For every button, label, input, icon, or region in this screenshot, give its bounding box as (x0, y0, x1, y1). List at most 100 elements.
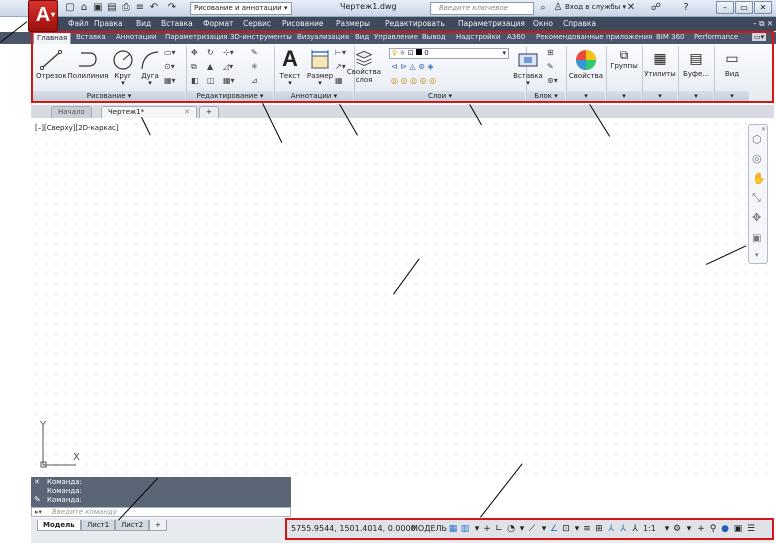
units-icon[interactable]: ⚲ (707, 523, 719, 535)
menu-dimension[interactable]: Размеры (336, 19, 370, 28)
array-icon[interactable]: ▦▾ (223, 76, 235, 85)
tab-a360[interactable]: A360 (507, 33, 525, 41)
utilities-panel-title[interactable]: ▾ (643, 91, 677, 102)
viewcube-icon[interactable]: ⬡ (752, 133, 762, 146)
edit-block-icon[interactable]: ✎ (547, 62, 554, 71)
menu-file[interactable]: Файл (68, 19, 89, 28)
menu-format[interactable]: Формат (203, 19, 233, 28)
tab-insert[interactable]: Вставка (76, 33, 106, 41)
drawing-canvas[interactable] (31, 119, 774, 475)
dimension-tool[interactable]: Размер ▾ (305, 48, 335, 87)
workspace-dropdown[interactable]: Рисование и аннотации ▾ (190, 2, 292, 15)
create-block-icon[interactable]: ⊞ (547, 48, 554, 57)
trim-icon[interactable]: ⊹▾ (223, 48, 234, 57)
gradient-icon[interactable]: ▦▾ (164, 76, 176, 85)
search-input[interactable]: Введите ключевое слово/фразу (430, 2, 534, 23)
wrench-icon[interactable]: ✎ (34, 495, 41, 504)
properties-panel-title[interactable]: ▾ (567, 91, 605, 102)
save-icon[interactable]: ▣ (92, 2, 104, 14)
tab-addins[interactable]: Надстройки (456, 33, 500, 41)
tab-annotate[interactable]: Аннотации (116, 33, 156, 41)
tab-output[interactable]: Вывод (422, 33, 446, 41)
user-icon[interactable]: ♙ (552, 2, 564, 14)
undo-icon[interactable]: ↶ (148, 2, 160, 14)
close-tab-icon[interactable]: ✕ (184, 107, 190, 118)
tab-model[interactable]: Модель (37, 520, 81, 531)
tab-start[interactable]: Начало (51, 106, 92, 118)
steering-wheel-icon[interactable]: ◎ (752, 152, 762, 165)
text-dropdown-icon[interactable]: ▾ (277, 80, 303, 87)
fillet-icon[interactable]: ◿▾ (223, 62, 233, 71)
copy-icon[interactable]: ⧉ (191, 62, 197, 72)
groups-panel-title[interactable]: ▾ (607, 91, 641, 102)
menu-window[interactable]: Окно (533, 19, 553, 28)
customization-icon[interactable]: ☰ (745, 523, 757, 535)
new-icon[interactable]: ▢ (64, 2, 76, 14)
properties-tool[interactable]: Свойства (568, 48, 604, 80)
app-logo[interactable]: A ▾ (28, 0, 58, 32)
close-button[interactable]: ✕ (754, 1, 772, 14)
grid-icon[interactable]: ▦ (447, 523, 459, 535)
binoculars-icon[interactable]: ⌕ (537, 2, 549, 14)
erase-icon[interactable]: ✎ (251, 48, 258, 57)
ribbon-toggle-icon[interactable]: ▭▾ (752, 33, 767, 41)
attributes-icon[interactable]: ⊛▾ (547, 76, 558, 85)
orbit-icon[interactable]: ✥ (752, 211, 761, 224)
maximize-button[interactable]: ▭ (735, 1, 753, 14)
clean-screen-icon[interactable]: ▣ (732, 523, 744, 535)
saveas-icon[interactable]: ▤ (106, 2, 118, 14)
zoom-icon[interactable]: ⤡ (752, 191, 761, 205)
dimension-dropdown-icon[interactable]: ▾ (305, 80, 335, 87)
circle-tool[interactable]: Круг ▾ (111, 48, 135, 87)
view-tool[interactable]: ▭ Вид (715, 48, 749, 78)
sign-in-link[interactable]: Вход в службы ▾ (565, 3, 626, 11)
view-panel-title[interactable]: ▾ (715, 91, 749, 102)
rotate-icon[interactable]: ↻ (207, 48, 214, 57)
arc-tool[interactable]: Дуга ▾ (138, 48, 162, 87)
menu-help[interactable]: Справка (563, 19, 596, 28)
menu-insert[interactable]: Вставка (161, 19, 193, 28)
share-icon[interactable]: ☍ (650, 2, 662, 14)
viewport-controls[interactable]: [–][Сверху][2D-каркас] (35, 124, 119, 132)
menu-parametric[interactable]: Параметризация (458, 19, 525, 28)
modify-panel-title[interactable]: Редактирование ▾ (187, 91, 273, 102)
scale-icon[interactable]: ◫ (207, 76, 215, 85)
move-icon[interactable]: ✥ (191, 48, 198, 57)
menu-edit[interactable]: Правка (94, 19, 123, 28)
menu-view[interactable]: Вид (136, 19, 151, 28)
lineweight-icon[interactable]: ≡ (581, 523, 593, 535)
pan-icon[interactable]: ✋ (752, 172, 766, 185)
tab-3d-tools[interactable]: 3D-инструменты (230, 33, 292, 41)
rectangle-icon[interactable]: ▭▾ (164, 48, 176, 57)
annotation-scale-icon[interactable]: ⅄ (629, 523, 641, 535)
annotation-visibility-icon[interactable]: ⅄ (605, 523, 617, 535)
menubar-window-controls[interactable]: – ⧉ ✕ (753, 19, 773, 29)
explode-icon[interactable]: ✳ (251, 62, 258, 71)
tab-home[interactable]: Главная (33, 32, 72, 44)
text-tool[interactable]: A Текст ▾ (277, 46, 303, 87)
layers-panel-title[interactable]: Слои ▾ (355, 91, 525, 102)
tab-featured-apps[interactable]: Рекомендованные приложения (536, 33, 652, 41)
workspace-gear-icon[interactable]: ⚙ (671, 523, 683, 535)
block-panel-title[interactable]: Блок ▾ (527, 91, 565, 102)
redo-icon[interactable]: ↷ (166, 2, 178, 14)
tab-bim360[interactable]: BIM 360 (656, 33, 685, 41)
open-icon[interactable]: ⌂ (78, 2, 90, 14)
help-icon[interactable]: ? (680, 2, 692, 14)
draw-panel-title[interactable]: Рисование ▾ (33, 91, 185, 102)
polyline-tool[interactable]: Полилиния (67, 48, 109, 80)
layer-tools-row2-icon[interactable]: ◎ ◎ ◎ ◎ ◎ (391, 76, 436, 85)
mirror-icon[interactable]: ▲ (207, 62, 213, 71)
exchange-icon[interactable]: ✕ (625, 2, 637, 14)
arc-dropdown-icon[interactable]: ▾ (138, 80, 162, 87)
menu-draw[interactable]: Рисование (282, 19, 324, 28)
tab-performance[interactable]: Performance (694, 33, 738, 41)
transparency-icon[interactable]: ⊞ (593, 523, 605, 535)
annotation-scale[interactable]: 1:1 (643, 524, 656, 533)
clipboard-panel-title[interactable]: ▾ (679, 91, 713, 102)
ortho-icon[interactable]: ∟ (493, 523, 505, 535)
clipboard-tool[interactable]: ▤ Буфе... (679, 48, 713, 78)
stretch-icon[interactable]: ◧ (191, 76, 199, 85)
match-icon[interactable]: ≡ (134, 2, 146, 14)
tab-manage[interactable]: Управление (374, 33, 418, 41)
